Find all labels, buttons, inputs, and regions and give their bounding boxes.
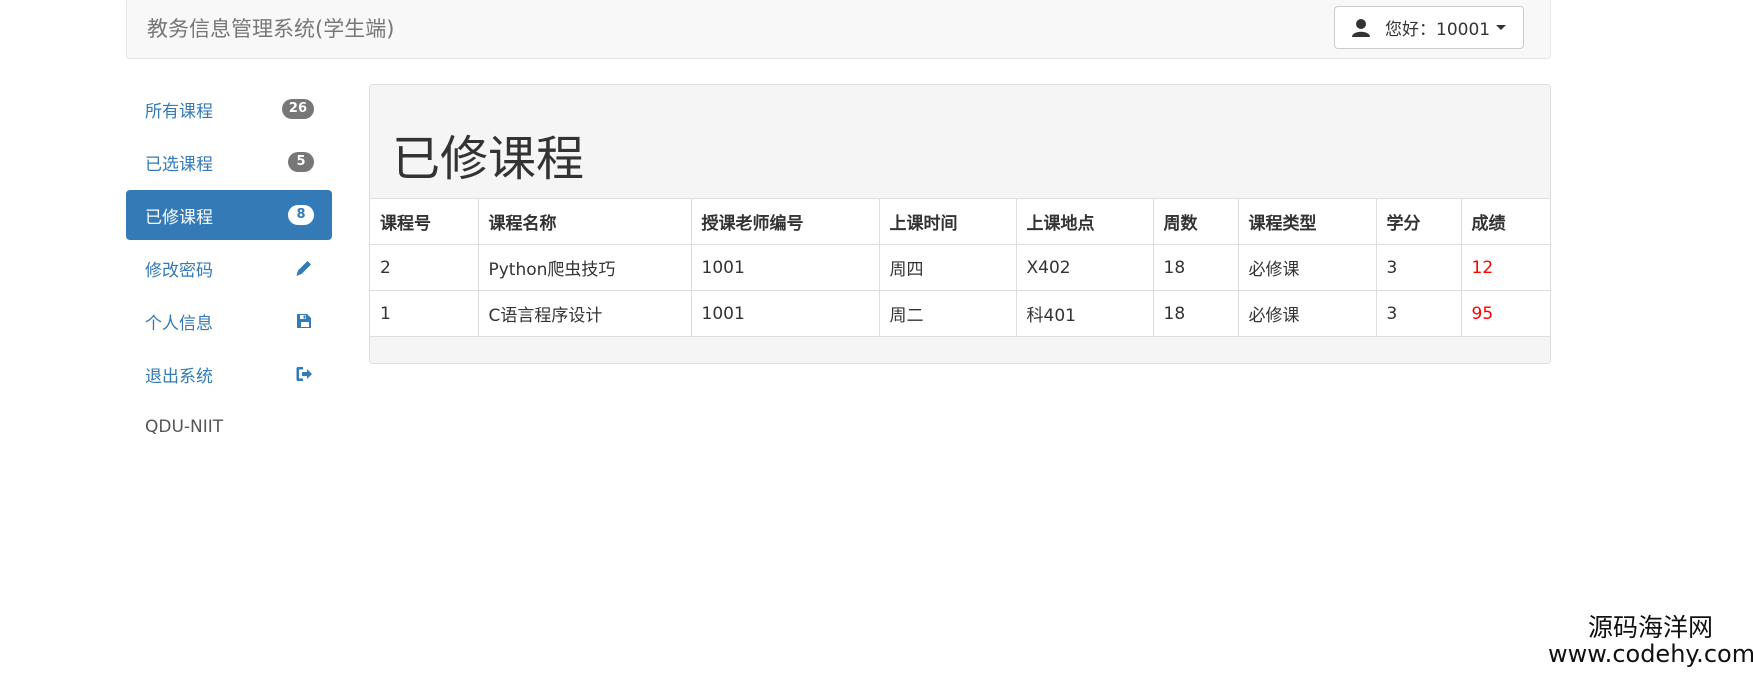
count-badge: 26 [281,99,314,119]
sidebar-item-completed-courses[interactable]: 已修课程 8 [126,190,332,240]
score-cell: 12 [1460,244,1550,291]
count-badge: 8 [288,205,314,225]
column-header: 上课地点 [1015,198,1154,245]
column-header: 上课时间 [878,198,1017,245]
table-cell: 周四 [878,244,1017,291]
completed-courses-table: 课程号 课程名称 授课老师编号 上课时间 上课地点 周数 课程类型 学分 成绩 … [370,198,1550,337]
watermark-name: 源码海洋网 [1587,613,1713,642]
sidebar-item-change-password[interactable]: 修改密码 [126,243,332,293]
table-cell: 2 [370,244,479,291]
table-cell: 18 [1152,244,1239,291]
sidebar-item-label: 已选课程 [145,154,213,175]
main-panel: 已修课程 课程号 课程名称 授课老师编号 上课时间 上课地点 周数 课程类型 学… [369,84,1551,364]
sidebar-item-personal-info[interactable]: 个人信息 [126,296,332,346]
sidebar-item-label: 所有课程 [145,101,213,122]
sidebar-item-label: 已修课程 [145,207,213,228]
column-header: 成绩 [1460,198,1550,245]
table-cell: 3 [1375,244,1462,291]
column-header: 课程号 [370,198,479,245]
save-icon [297,314,311,328]
watermark: 源码海洋网 www.codehy.com [1548,615,1753,666]
chevron-down-icon [1496,25,1507,30]
user-icon [1352,18,1370,37]
watermark-url: www.codehy.com [1548,640,1753,668]
table-cell: 必修课 [1237,244,1377,291]
score-cell: 95 [1460,290,1550,337]
table-cell: C语言程序设计 [477,290,692,337]
table-cell: Python爬虫技巧 [477,244,692,291]
sidebar-footer-label: QDU-NIIT [145,417,224,437]
top-navbar: 教务信息管理系统(学生端) 您好：10001 [126,0,1551,59]
column-header: 周数 [1152,198,1239,245]
table-cell: 必修课 [1237,290,1377,337]
sidebar-item-all-courses[interactable]: 所有课程 26 [126,84,332,134]
user-menu-button[interactable]: 您好：10001 [1334,6,1524,49]
column-header: 课程名称 [477,198,692,245]
sidebar-item-logout[interactable]: 退出系统 [126,349,332,399]
table-cell: 周二 [878,290,1017,337]
count-badge: 5 [288,152,314,172]
page-title: 已修课程 [392,131,585,187]
app-brand[interactable]: 教务信息管理系统(学生端) [147,13,394,43]
column-header: 授课老师编号 [690,198,880,245]
table-header-row: 课程号 课程名称 授课老师编号 上课时间 上课地点 周数 课程类型 学分 成绩 [370,198,1550,245]
table-cell: 3 [1375,290,1462,337]
logout-icon [296,367,312,381]
pencil-icon [296,261,311,276]
sidebar-item-label: 个人信息 [145,313,213,334]
table-cell: 1001 [690,290,880,337]
user-greeting: 您好：10001 [1385,20,1491,40]
sidebar-item-selected-courses[interactable]: 已选课程 5 [126,137,332,187]
sidebar-nav: 所有课程 26 已选课程 5 已修课程 8 修改密码 个人信息 退出系统 QDU… [126,84,332,452]
table-cell: 1 [370,290,479,337]
column-header: 课程类型 [1237,198,1377,245]
table-cell: 1001 [690,244,880,291]
table-row: 2 Python爬虫技巧 1001 周四 X402 18 必修课 3 12 [370,244,1550,291]
column-header: 学分 [1375,198,1462,245]
table-row: 1 C语言程序设计 1001 周二 科401 18 必修课 3 95 [370,290,1550,337]
sidebar-item-label: 修改密码 [145,260,213,281]
table-cell: 科401 [1015,290,1154,337]
table-cell: X402 [1015,244,1154,291]
table-cell: 18 [1152,290,1239,337]
sidebar-item-label: 退出系统 [145,366,213,387]
